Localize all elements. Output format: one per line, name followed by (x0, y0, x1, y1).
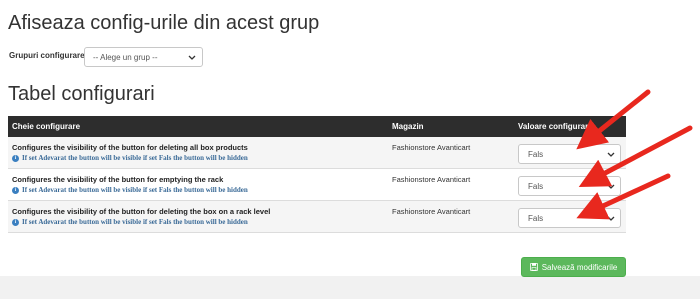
section-title: Tabel configurari (8, 83, 155, 105)
table-row: Configures the visibility of the button … (8, 201, 626, 233)
table-header: Cheie configurare Magazin Valoare config… (8, 116, 626, 137)
config-value-select[interactable]: Fals (518, 176, 621, 196)
config-value-select[interactable]: Fals (518, 144, 621, 164)
info-icon: i (12, 154, 19, 162)
page-title: Afiseaza config-urile din acest grup (8, 12, 320, 34)
table-row: Configures the visibility of the button … (8, 169, 626, 201)
config-store: Fashionstore Avanticart (392, 207, 471, 216)
config-hint-text: If set Adevarat the button will be visib… (22, 154, 248, 162)
group-select[interactable]: -- Alege un grup -- (84, 47, 203, 67)
column-header-key: Cheie configurare (12, 122, 81, 131)
save-changes-button[interactable]: Salvează modificarile (521, 257, 626, 277)
group-select-label: Grupuri configurare (9, 51, 85, 60)
chevron-down-icon (607, 184, 615, 189)
config-hint: i If set Adevarat the button will be vis… (12, 218, 248, 226)
floppy-disk-icon (529, 263, 538, 271)
config-value: Fals (528, 214, 544, 223)
config-hint: i If set Adevarat the button will be vis… (12, 154, 248, 162)
column-header-value: Valoare configurare (518, 122, 593, 131)
chevron-down-icon (607, 152, 615, 157)
config-hint: i If set Adevarat the button will be vis… (12, 186, 248, 194)
config-table: Cheie configurare Magazin Valoare config… (8, 116, 626, 233)
chevron-down-icon (607, 216, 615, 221)
config-value: Fals (528, 150, 544, 159)
config-hint-text: If set Adevarat the button will be visib… (22, 218, 248, 226)
group-select-value: -- Alege un grup -- (93, 53, 158, 62)
save-changes-label: Salvează modificarile (541, 262, 618, 272)
config-key: Configures the visibility of the button … (12, 143, 248, 152)
info-icon: i (12, 186, 19, 194)
chevron-down-icon (188, 55, 196, 60)
config-value-select[interactable]: Fals (518, 208, 621, 228)
info-icon: i (12, 218, 19, 226)
column-header-store: Magazin (392, 122, 424, 131)
config-key: Configures the visibility of the button … (12, 207, 271, 216)
config-hint-text: If set Adevarat the button will be visib… (22, 186, 248, 194)
config-key: Configures the visibility of the button … (12, 175, 224, 184)
config-store: Fashionstore Avanticart (392, 143, 471, 152)
footer-band (0, 276, 700, 299)
table-row: Configures the visibility of the button … (8, 137, 626, 169)
config-store: Fashionstore Avanticart (392, 175, 471, 184)
config-value: Fals (528, 182, 544, 191)
